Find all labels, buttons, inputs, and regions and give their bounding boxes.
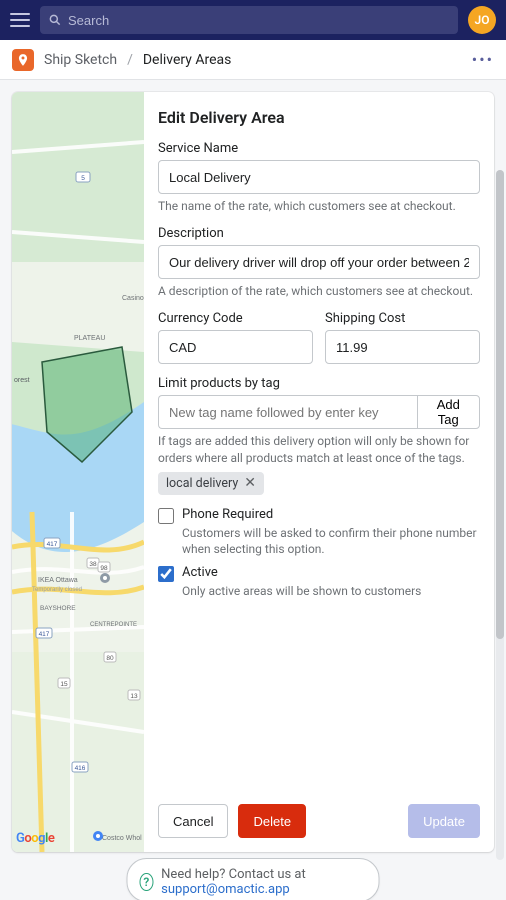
more-menu-icon[interactable]: ••• — [472, 40, 494, 79]
svg-text:PLATEAU: PLATEAU — [74, 335, 105, 342]
svg-text:15: 15 — [60, 681, 68, 688]
svg-text:416: 416 — [75, 765, 86, 772]
phone-required-help: Customers will be asked to confirm their… — [182, 525, 480, 557]
form-title: Edit Delivery Area — [158, 108, 480, 127]
svg-text:Temporarily closed: Temporarily closed — [32, 587, 82, 593]
tag-input[interactable] — [158, 395, 417, 429]
svg-text:orest: orest — [14, 377, 30, 384]
help-pill[interactable]: ? Need help? Contact us at support@omact… — [127, 858, 380, 900]
top-bar: JO — [0, 0, 506, 40]
svg-text:5: 5 — [81, 175, 85, 182]
breadcrumb-current: Delivery Areas — [143, 52, 232, 68]
active-help: Only active areas will be shown to custo… — [182, 583, 480, 599]
service-name-help: The name of the rate, which customers se… — [158, 198, 480, 214]
svg-text:98: 98 — [100, 565, 108, 572]
search-input-wrapper[interactable] — [40, 6, 458, 34]
svg-text:38: 38 — [89, 561, 97, 568]
search-input[interactable] — [68, 13, 450, 28]
editor-card: PLATEAU orest IKEA Ottawa Temporarily cl… — [12, 92, 494, 852]
service-name-input[interactable] — [158, 160, 480, 194]
shipping-cost-input[interactable] — [325, 330, 480, 364]
phone-required-checkbox[interactable] — [158, 508, 174, 524]
cancel-button[interactable]: Cancel — [158, 804, 228, 838]
svg-text:417: 417 — [39, 631, 50, 638]
shipping-cost-label: Shipping Cost — [325, 311, 480, 326]
delete-button[interactable]: Delete — [238, 804, 306, 838]
service-name-label: Service Name — [158, 141, 480, 156]
svg-text:13: 13 — [130, 693, 138, 700]
active-checkbox[interactable] — [158, 566, 174, 582]
add-tag-button[interactable]: Add Tag — [417, 395, 480, 429]
tag-help: If tags are added this delivery option w… — [158, 433, 480, 465]
app-icon — [12, 49, 34, 71]
edit-form: Edit Delivery Area Service Name The name… — [144, 92, 494, 852]
menu-icon[interactable] — [10, 10, 30, 30]
scrollbar[interactable] — [496, 170, 504, 860]
avatar[interactable]: JO — [468, 6, 496, 34]
tag-chip-label: local delivery — [166, 476, 238, 491]
breadcrumb-separator: / — [127, 52, 133, 68]
tag-limit-label: Limit products by tag — [158, 376, 480, 391]
svg-text:CENTREPOINTE: CENTREPOINTE — [90, 622, 137, 628]
svg-text:417: 417 — [47, 541, 58, 548]
svg-text:IKEA Ottawa: IKEA Ottawa — [38, 577, 78, 584]
svg-text:80: 80 — [106, 655, 114, 662]
currency-input[interactable] — [158, 330, 313, 364]
update-button[interactable]: Update — [408, 804, 480, 838]
scrollbar-thumb[interactable] — [496, 170, 504, 639]
google-logo: Google — [16, 831, 54, 846]
svg-text:Casino: Casino — [122, 295, 144, 302]
breadcrumb: Ship Sketch / Delivery Areas ••• — [0, 40, 506, 80]
description-help: A description of the rate, which custome… — [158, 283, 480, 299]
map-panel[interactable]: PLATEAU orest IKEA Ottawa Temporarily cl… — [12, 92, 144, 852]
phone-required-label: Phone Required — [182, 507, 480, 522]
search-icon — [48, 13, 62, 27]
description-input[interactable] — [158, 245, 480, 279]
help-email-link[interactable]: support@omactic.app — [161, 882, 290, 897]
tag-remove-icon[interactable]: ✕ — [244, 476, 256, 490]
breadcrumb-app[interactable]: Ship Sketch — [44, 52, 117, 68]
description-label: Description — [158, 226, 480, 241]
help-icon: ? — [140, 873, 154, 891]
page-content: PLATEAU orest IKEA Ottawa Temporarily cl… — [0, 80, 506, 900]
active-label: Active — [182, 565, 480, 580]
currency-label: Currency Code — [158, 311, 313, 326]
svg-text:BAYSHORE: BAYSHORE — [40, 605, 76, 612]
form-actions: Cancel Delete Update — [158, 804, 480, 838]
help-text: Need help? Contact us at — [161, 867, 306, 882]
svg-text:Costco Whol: Costco Whol — [102, 835, 142, 842]
tag-chip: local delivery ✕ — [158, 472, 264, 495]
